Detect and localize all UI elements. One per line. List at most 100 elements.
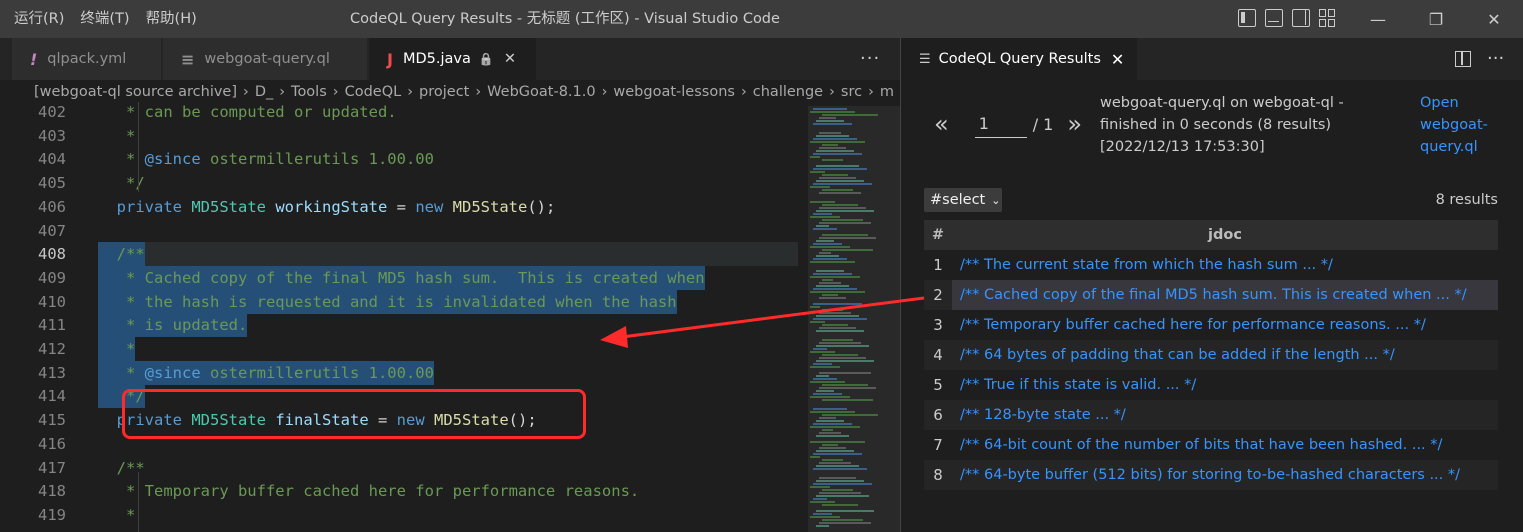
line-number: 416 bbox=[38, 434, 66, 453]
code-line[interactable]: 405 */ bbox=[0, 171, 808, 195]
line-number: 408 bbox=[38, 245, 66, 264]
prev-page-button[interactable]: « bbox=[934, 110, 949, 138]
restore-button[interactable]: ❐ bbox=[1407, 0, 1465, 38]
code-text: private MD5State workingState = new MD5S… bbox=[98, 195, 556, 219]
jdoc-link[interactable]: /** Cached copy of the final MD5 hash su… bbox=[952, 280, 1498, 310]
open-query-link[interactable]: Open webgoat- query.ql bbox=[1420, 92, 1510, 158]
jdoc-link[interactable]: /** 128-byte state ... */ bbox=[952, 400, 1498, 430]
table-row[interactable]: 7 /** 64-bit count of the number of bits … bbox=[924, 430, 1498, 460]
code-line[interactable]: 418 * Temporary buffer cached here for p… bbox=[0, 479, 808, 503]
code-token: ostermillerutils 1.00.00 bbox=[200, 363, 434, 382]
code-token: * bbox=[98, 505, 136, 524]
close-tab-icon[interactable]: ✕ bbox=[504, 51, 516, 67]
minimap-line bbox=[822, 519, 863, 521]
chevron-right-icon: › bbox=[332, 84, 339, 100]
toggle-panel-icon[interactable] bbox=[1265, 9, 1283, 27]
line-number: 407 bbox=[38, 221, 66, 240]
open-link-line[interactable]: query.ql bbox=[1420, 136, 1510, 158]
code-line[interactable]: 410 * the hash is requested and it is in… bbox=[0, 289, 808, 314]
breadcrumb-item[interactable]: project bbox=[419, 84, 469, 100]
toggle-secondary-sidebar-icon[interactable] bbox=[1292, 9, 1310, 27]
minimap-line bbox=[819, 462, 851, 464]
column-header-jdoc[interactable]: jdoc bbox=[952, 227, 1498, 243]
jdoc-link[interactable]: /** 64-byte buffer (512 bits) for storin… bbox=[952, 460, 1498, 490]
minimap[interactable] bbox=[808, 106, 900, 532]
minimap-line bbox=[819, 132, 841, 134]
toggle-primary-sidebar-icon[interactable] bbox=[1238, 9, 1256, 27]
open-link-line[interactable]: Open bbox=[1420, 92, 1510, 114]
minimap-line bbox=[816, 345, 869, 347]
breadcrumb-item[interactable]: challenge bbox=[753, 84, 823, 100]
split-editor-icon[interactable] bbox=[1455, 51, 1471, 67]
open-link-line[interactable]: webgoat- bbox=[1420, 114, 1510, 136]
code-text: * @since ostermillerutils 1.00.00 bbox=[98, 360, 434, 385]
jdoc-link[interactable]: /** Temporary buffer cached here for per… bbox=[952, 310, 1498, 340]
jdoc-link[interactable]: /** The current state from which the has… bbox=[952, 250, 1498, 280]
code-line[interactable]: 411 * is updated. bbox=[0, 313, 808, 338]
table-row[interactable]: 8 /** 64-byte buffer (512 bits) for stori… bbox=[924, 460, 1498, 490]
tab-codeql-query-results[interactable]: ☰ CodeQL Query Results ✕ bbox=[901, 38, 1137, 80]
results-table: # jdoc 1 /** The current state from which… bbox=[924, 220, 1498, 490]
code-token: MD5State bbox=[191, 197, 266, 216]
breadcrumb-item[interactable]: webgoat-lessons bbox=[613, 84, 735, 100]
chevron-right-icon: › bbox=[601, 84, 608, 100]
yaml-file-icon: ! bbox=[30, 49, 38, 69]
table-row[interactable]: 6 /** 128-byte state ... */ bbox=[924, 400, 1498, 430]
breadcrumb-item[interactable]: WebGoat-8.1.0 bbox=[487, 84, 595, 100]
minimize-button[interactable]: — bbox=[1349, 0, 1407, 38]
column-header-num[interactable]: # bbox=[924, 227, 952, 243]
code-line[interactable]: 412 * bbox=[0, 337, 808, 361]
breadcrumb-item[interactable]: CodeQL bbox=[345, 84, 402, 100]
line-number: 411 bbox=[38, 316, 66, 335]
minimap-line bbox=[810, 426, 860, 428]
tab-qlpack[interactable]: ! qlpack.yml bbox=[12, 38, 162, 80]
jdoc-link[interactable]: /** 64 bytes of padding that can be adde… bbox=[952, 340, 1498, 370]
minimap-line bbox=[816, 255, 839, 257]
table-row[interactable]: 5 /** True if this state is valid. ... */ bbox=[924, 370, 1498, 400]
customize-layout-icon[interactable] bbox=[1319, 9, 1337, 27]
table-row[interactable]: 4 /** 64 bytes of padding that can be add… bbox=[924, 340, 1498, 370]
breadcrumb-item[interactable]: [webgoat-ql source archive] bbox=[34, 84, 237, 100]
code-line[interactable]: 419 * bbox=[0, 503, 808, 527]
jdoc-link[interactable]: /** True if this state is valid. ... */ bbox=[952, 370, 1498, 400]
minimap-line bbox=[819, 297, 846, 299]
code-line[interactable]: 409 * Cached copy of the final MD5 hash … bbox=[0, 265, 808, 290]
result-set-select[interactable]: #select ⌄ bbox=[924, 188, 1002, 212]
jdoc-link[interactable]: /** 64-bit count of the number of bits t… bbox=[952, 430, 1498, 460]
close-window-button[interactable]: ✕ bbox=[1465, 0, 1523, 38]
code-line[interactable]: 402 * can be computed or updated. bbox=[0, 102, 808, 124]
code-line[interactable]: 404 * @since ostermillerutils 1.00.00 bbox=[0, 147, 808, 171]
minimap-line bbox=[816, 450, 854, 452]
minimap-line bbox=[813, 318, 867, 320]
breadcrumb-item[interactable]: src bbox=[841, 84, 862, 100]
page-number-input[interactable] bbox=[974, 110, 1027, 138]
code-text: /** bbox=[98, 242, 145, 267]
chevron-right-icon: › bbox=[740, 84, 747, 100]
editor-more-actions-icon[interactable]: ··· bbox=[860, 48, 880, 69]
code-line[interactable]: 403 * bbox=[0, 124, 808, 148]
tab-webgoat-query[interactable]: ≡ webgoat-query.ql bbox=[163, 38, 368, 80]
code-line[interactable]: 408 /** bbox=[0, 242, 808, 267]
code-token: * Cached copy of the final MD5 hash sum.… bbox=[98, 268, 705, 287]
next-page-button[interactable]: » bbox=[1067, 110, 1082, 138]
code-line[interactable]: 407 bbox=[0, 219, 808, 243]
panel-more-actions-icon[interactable]: ··· bbox=[1487, 48, 1504, 69]
code-line[interactable]: 413 * @since ostermillerutils 1.00.00 bbox=[0, 360, 808, 385]
minimap-line bbox=[822, 354, 858, 356]
minimap-line bbox=[813, 423, 852, 425]
minimap-line bbox=[822, 174, 848, 176]
code-line[interactable]: 406 private MD5State workingState = new … bbox=[0, 195, 808, 219]
breadcrumb-item[interactable]: m bbox=[880, 84, 894, 100]
close-tab-icon[interactable]: ✕ bbox=[1111, 50, 1124, 69]
table-row[interactable]: 2 /** Cached copy of the final MD5 hash s… bbox=[924, 280, 1498, 310]
table-body: 1 /** The current state from which the ha… bbox=[924, 250, 1498, 490]
tab-md5-java[interactable]: J MD5.java 🔒 ✕ bbox=[369, 38, 537, 80]
code-line[interactable]: 417 /** bbox=[0, 456, 808, 480]
code-editor[interactable]: 402 * can be computed or updated. 403 * 40… bbox=[0, 102, 808, 532]
minimap-line bbox=[819, 147, 846, 149]
table-row[interactable]: 1 /** The current state from which the ha… bbox=[924, 250, 1498, 280]
table-row[interactable]: 3 /** Temporary buffer cached here for pe… bbox=[924, 310, 1498, 340]
window-title: CodeQL Query Results - 无标题 (工作区) - Visua… bbox=[350, 11, 780, 27]
breadcrumb-item[interactable]: Tools bbox=[291, 84, 327, 100]
breadcrumb-item[interactable]: D_ bbox=[255, 84, 273, 100]
